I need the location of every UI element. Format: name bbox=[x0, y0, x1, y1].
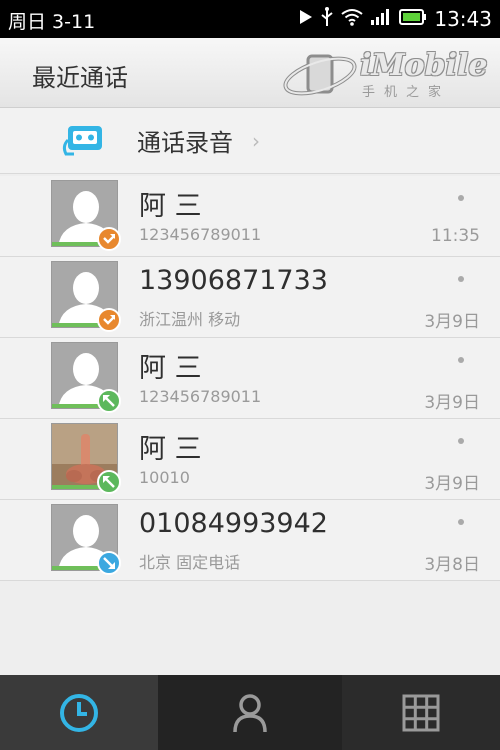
logo-text: iMobile bbox=[360, 48, 488, 83]
incoming-call-icon bbox=[97, 389, 121, 413]
call-time: 11:35 bbox=[431, 226, 480, 246]
more-dot-icon[interactable] bbox=[458, 276, 464, 282]
more-dot-icon[interactable] bbox=[458, 357, 464, 363]
contact-name: 阿 三 bbox=[139, 191, 202, 222]
outgoing-call-icon bbox=[97, 227, 121, 251]
call-recording-row[interactable]: 通话录音 › bbox=[0, 108, 500, 174]
usb-icon bbox=[320, 7, 334, 31]
wifi-icon bbox=[341, 8, 363, 30]
more-dot-icon[interactable] bbox=[458, 519, 464, 525]
call-log-item[interactable]: 13906871733 浙江温州 移动 3月9日 bbox=[0, 257, 500, 338]
more-dot-icon[interactable] bbox=[458, 195, 464, 201]
status-bar: 周日 3-11 13:43 bbox=[0, 0, 500, 38]
status-icons: 13:43 bbox=[299, 4, 492, 34]
call-time: 3月8日 bbox=[424, 555, 480, 575]
grid-icon bbox=[402, 694, 440, 731]
call-recording-label: 通话录音 bbox=[137, 129, 233, 157]
call-time: 3月9日 bbox=[424, 474, 480, 494]
person-icon bbox=[233, 693, 267, 732]
signal-icon bbox=[370, 8, 392, 30]
contact-name: 阿 三 bbox=[139, 434, 202, 465]
status-time: 13:43 bbox=[434, 7, 492, 31]
incoming-call-icon bbox=[97, 470, 121, 494]
imobile-logo: iMobile 手机之家 bbox=[280, 46, 487, 102]
call-log-item[interactable]: 阿 三 123456789011 11:35 bbox=[0, 176, 500, 257]
tape-icon bbox=[60, 122, 106, 160]
logo-mark-icon bbox=[283, 54, 357, 96]
contact-name: 13906871733 bbox=[139, 265, 328, 296]
page-title: 最近通话 bbox=[32, 64, 128, 92]
contact-number: 10010 bbox=[139, 468, 190, 487]
status-date: 周日 3-11 bbox=[8, 11, 96, 33]
tab-recent-calls[interactable] bbox=[0, 675, 158, 750]
call-time: 3月9日 bbox=[424, 393, 480, 413]
bottom-navigation bbox=[0, 675, 500, 750]
chevron-right-icon: › bbox=[252, 129, 260, 153]
battery-icon bbox=[399, 9, 427, 29]
clock-icon bbox=[60, 693, 98, 732]
contact-location: 北京 固定电话 bbox=[139, 553, 241, 572]
contact-number: 123456789011 bbox=[139, 225, 262, 244]
call-time: 3月9日 bbox=[424, 312, 480, 332]
tab-dialpad[interactable] bbox=[342, 675, 500, 750]
app-header: 最近通话 iMobile 手机之家 bbox=[0, 38, 500, 108]
contact-name: 01084993942 bbox=[139, 508, 328, 539]
logo-subtitle: 手机之家 bbox=[362, 85, 451, 100]
contact-name: 阿 三 bbox=[139, 353, 202, 384]
tab-contacts[interactable] bbox=[158, 675, 342, 750]
missed-call-icon bbox=[97, 551, 121, 575]
contact-number: 123456789011 bbox=[139, 387, 262, 406]
call-log-list: 阿 三 123456789011 11:35 13906871733 浙江温州 … bbox=[0, 176, 500, 581]
more-dot-icon[interactable] bbox=[458, 438, 464, 444]
call-log-item[interactable]: 阿 三 10010 3月9日 bbox=[0, 419, 500, 500]
outgoing-call-icon bbox=[97, 308, 121, 332]
call-log-item[interactable]: 01084993942 北京 固定电话 3月8日 bbox=[0, 500, 500, 581]
play-icon bbox=[299, 9, 313, 29]
call-log-item[interactable]: 阿 三 123456789011 3月9日 bbox=[0, 338, 500, 419]
contact-location: 浙江温州 移动 bbox=[139, 310, 241, 329]
